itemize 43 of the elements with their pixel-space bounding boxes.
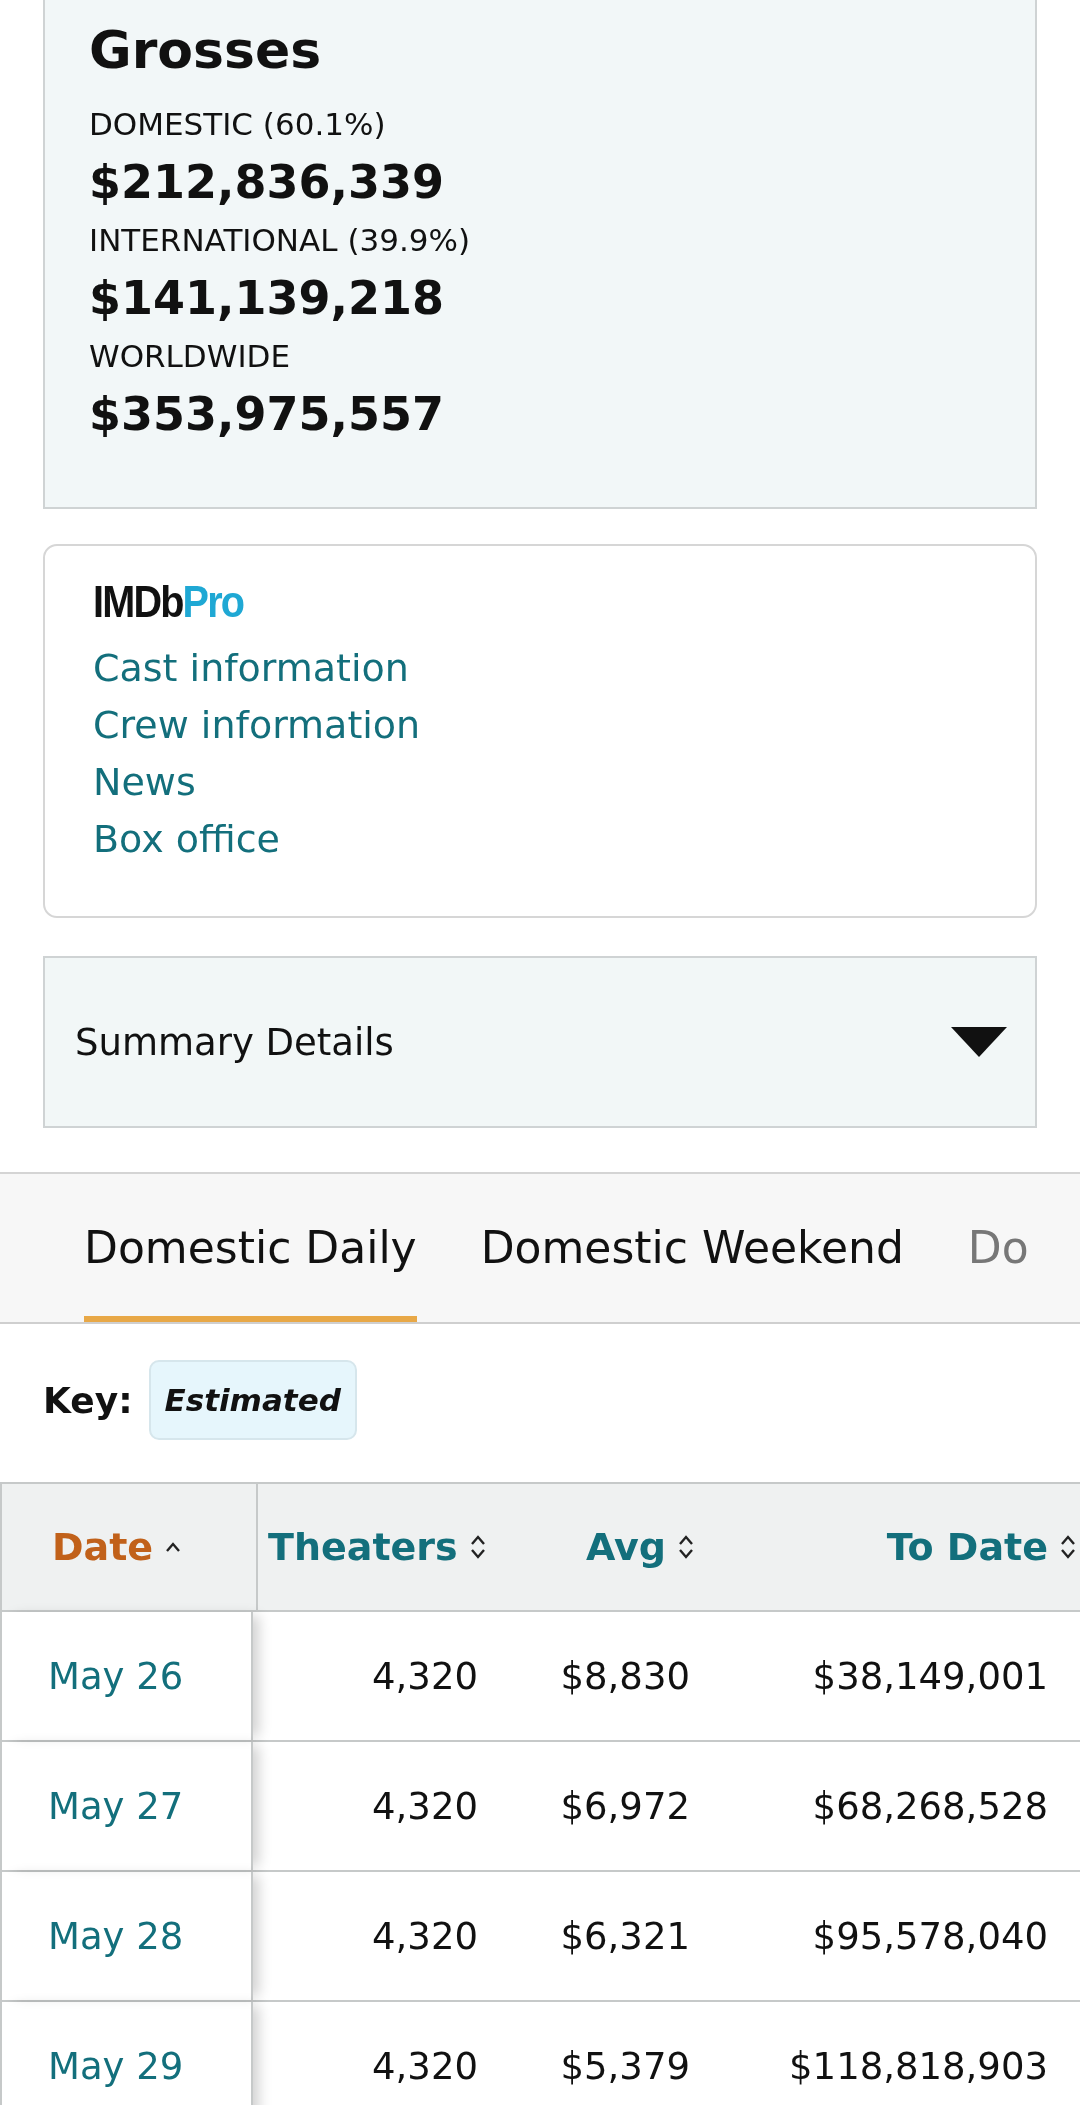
sort-icon (678, 1534, 694, 1560)
table-cell-text: 4,320 (371, 1913, 479, 1960)
imdbpro-logo[interactable]: IMDbPro (93, 578, 244, 627)
date-link[interactable]: May 26 (48, 1654, 184, 1698)
imdbpro-link[interactable]: News (93, 754, 196, 812)
table-cell-text: 4,320 (371, 1783, 479, 1830)
gross-label: WORLDWIDE (89, 337, 291, 377)
gross-label: DOMESTIC (60.1%) (89, 105, 387, 145)
column-header[interactable]: Date (0, 1484, 258, 1610)
table-cell-text: $38,149,001 (811, 1653, 1049, 1700)
gross-label: INTERNATIONAL (39.9%) (89, 221, 472, 261)
sort-icon (469, 1534, 486, 1560)
table-cell-text: $6,972 (559, 1783, 691, 1830)
caret-down-icon (951, 1027, 1007, 1057)
table-cell-text: $6,321 (559, 1913, 691, 1960)
date-link[interactable]: May 28 (48, 1914, 184, 1958)
imdbpro-link[interactable]: Crew information (93, 697, 421, 755)
tab[interactable]: Domestic Daily (84, 1174, 417, 1322)
sort-icon (1060, 1534, 1076, 1560)
table-cell-text: $5,379 (559, 2043, 691, 2090)
gross-amount: $212,836,339 (89, 154, 446, 212)
table-cell-text: $8,830 (559, 1653, 691, 1700)
date-link[interactable]: May 29 (48, 2044, 184, 2088)
imdbpro-link[interactable]: Cast information (93, 640, 409, 698)
key-label: Key: (43, 1379, 133, 1421)
sort-ascending-icon (165, 1542, 182, 1552)
column-header[interactable]: Theaters (258, 1484, 488, 1610)
grosses-title: Grosses (89, 22, 323, 80)
column-header[interactable]: To Date (710, 1484, 1080, 1610)
tab[interactable]: Domestic Weekend (480, 1174, 904, 1322)
date-link[interactable]: May 27 (48, 1784, 184, 1828)
table-cell-text: $118,818,903 (788, 2043, 1049, 2090)
summary-details-toggle[interactable]: Summary Details (43, 956, 1037, 1128)
estimated-badge: Estimated (148, 1360, 357, 1440)
gross-amount: $353,975,557 (89, 386, 446, 444)
tab[interactable]: Do (967, 1174, 1029, 1322)
imdbpro-link[interactable]: Box office (93, 811, 280, 869)
table-cell-text: 4,320 (371, 2043, 479, 2090)
table-cell-text: 4,320 (371, 1653, 479, 1700)
gross-amount: $141,139,218 (89, 270, 446, 328)
table-cell-text: $95,578,040 (811, 1913, 1049, 1960)
table-cell-text: $68,268,528 (811, 1783, 1049, 1830)
column-header[interactable]: Avg (488, 1484, 710, 1610)
